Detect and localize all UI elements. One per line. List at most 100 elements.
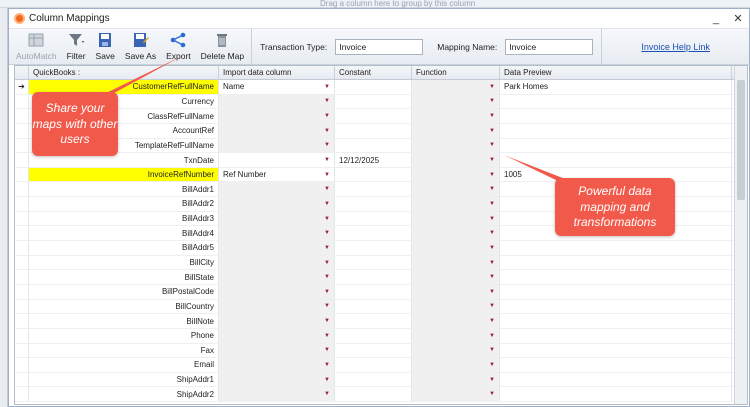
function-cell[interactable]: ▼ [412, 123, 500, 138]
constant-cell[interactable] [335, 211, 412, 226]
function-cell[interactable]: ▼ [412, 328, 500, 343]
chevron-down-icon[interactable]: ▼ [324, 274, 330, 280]
chevron-down-icon[interactable]: ▼ [489, 333, 495, 339]
chevron-down-icon[interactable]: ▼ [489, 391, 495, 397]
constant-cell[interactable]: 12/12/2025 [335, 153, 412, 167]
constant-cell[interactable] [335, 255, 412, 270]
chevron-down-icon[interactable]: ▼ [489, 172, 495, 178]
function-cell[interactable]: ▼ [412, 255, 500, 270]
chevron-down-icon[interactable]: ▼ [489, 303, 495, 309]
import-column-cell[interactable]: ▼ [219, 299, 335, 314]
table-row[interactable]: BillAddr5 ▼ ▼ [15, 241, 747, 256]
table-row[interactable]: AccountRef ▼ ▼ [15, 123, 747, 139]
constant-cell[interactable] [335, 299, 412, 314]
chevron-down-icon[interactable]: ▼ [489, 201, 495, 207]
import-column-cell[interactable]: ▼ [219, 123, 335, 138]
header-import-column[interactable]: Import data column [219, 66, 335, 79]
chevron-down-icon[interactable]: ▼ [489, 186, 495, 192]
import-column-cell[interactable]: ▼ [219, 387, 335, 402]
header-data-preview[interactable]: Data Preview [500, 66, 732, 79]
chevron-down-icon[interactable]: ▼ [489, 260, 495, 266]
constant-cell[interactable] [335, 241, 412, 255]
function-cell[interactable]: ▼ [412, 80, 500, 94]
function-cell[interactable]: ▼ [412, 138, 500, 153]
constant-cell[interactable] [335, 314, 412, 328]
function-cell[interactable]: ▼ [412, 372, 500, 387]
chevron-down-icon[interactable]: ▼ [489, 128, 495, 134]
function-cell[interactable]: ▼ [412, 182, 500, 197]
chevron-down-icon[interactable]: ▼ [324, 128, 330, 134]
import-column-cell[interactable]: ▼ [219, 255, 335, 270]
save-as-button[interactable]: Save As [120, 32, 161, 61]
constant-cell[interactable] [335, 138, 412, 153]
chevron-down-icon[interactable]: ▼ [489, 289, 495, 295]
function-cell[interactable]: ▼ [412, 358, 500, 372]
import-column-cell[interactable]: ▼ [219, 182, 335, 197]
constant-cell[interactable] [335, 80, 412, 94]
chevron-down-icon[interactable]: ▼ [324, 157, 330, 163]
import-column-cell[interactable]: ▼ [219, 314, 335, 328]
function-cell[interactable]: ▼ [412, 211, 500, 226]
function-cell[interactable]: ▼ [412, 299, 500, 314]
constant-cell[interactable] [335, 226, 412, 241]
filter-button[interactable]: Filter [62, 32, 91, 61]
import-column-cell[interactable]: Ref Number ▼ [219, 167, 335, 182]
chevron-down-icon[interactable]: ▼ [489, 362, 495, 368]
chevron-down-icon[interactable]: ▼ [324, 172, 330, 178]
function-cell[interactable]: ▼ [412, 314, 500, 328]
chevron-down-icon[interactable]: ▼ [489, 113, 495, 119]
import-column-cell[interactable]: ▼ [219, 343, 335, 358]
import-column-cell[interactable]: ▼ [219, 328, 335, 343]
chevron-down-icon[interactable]: ▼ [324, 303, 330, 309]
import-column-cell[interactable]: ▼ [219, 109, 335, 123]
table-row[interactable]: BillNote ▼ ▼ [15, 314, 747, 329]
minimize-button[interactable]: _ [705, 13, 727, 25]
table-row[interactable]: BillCountry ▼ ▼ [15, 299, 747, 315]
transaction-type-field[interactable]: Invoice [335, 38, 424, 55]
table-row[interactable]: Phone ▼ ▼ [15, 328, 747, 344]
automatch-button[interactable]: AutoMatch [11, 32, 62, 61]
function-cell[interactable]: ▼ [412, 284, 500, 299]
constant-cell[interactable] [335, 197, 412, 211]
header-quickbooks[interactable]: QuickBooks : [29, 66, 219, 79]
function-cell[interactable]: ▼ [412, 226, 500, 241]
header-constant[interactable]: Constant [335, 66, 412, 79]
function-cell[interactable]: ▼ [412, 270, 500, 284]
constant-cell[interactable] [335, 328, 412, 343]
chevron-down-icon[interactable]: ▼ [324, 391, 330, 397]
chevron-down-icon[interactable]: ▼ [489, 98, 495, 104]
import-column-cell[interactable]: ▼ [219, 197, 335, 211]
chevron-down-icon[interactable]: ▼ [324, 318, 330, 324]
constant-cell[interactable] [335, 387, 412, 402]
function-cell[interactable]: ▼ [412, 197, 500, 211]
table-row[interactable]: TxnDate ▼ 12/12/2025 ▼ [15, 153, 747, 168]
import-column-cell[interactable]: ▼ [219, 211, 335, 226]
scrollbar-thumb[interactable] [737, 80, 745, 200]
import-column-cell[interactable]: ▼ [219, 226, 335, 241]
chevron-down-icon[interactable]: ▼ [489, 274, 495, 280]
function-cell[interactable]: ▼ [412, 343, 500, 358]
constant-cell[interactable] [335, 270, 412, 284]
table-row[interactable]: TemplateRefFullName ▼ ▼ [15, 138, 747, 154]
import-column-cell[interactable]: ▼ [219, 241, 335, 255]
chevron-down-icon[interactable]: ▼ [324, 362, 330, 368]
table-row[interactable]: Email ▼ ▼ [15, 358, 747, 373]
table-row[interactable]: ShipAddr2 ▼ ▼ [15, 387, 747, 403]
constant-cell[interactable] [335, 358, 412, 372]
constant-cell[interactable] [335, 284, 412, 299]
function-cell[interactable]: ▼ [412, 94, 500, 109]
import-column-cell[interactable]: Name ▼ [219, 80, 335, 94]
invoice-help-link[interactable]: Invoice Help Link [641, 42, 710, 52]
table-row[interactable]: ShipAddr1 ▼ ▼ [15, 372, 747, 388]
chevron-down-icon[interactable]: ▼ [489, 377, 495, 383]
table-row[interactable]: ➔ CustomerRefFullName Name ▼ ▼ Park Homes [15, 80, 747, 95]
constant-cell[interactable] [335, 372, 412, 387]
save-button[interactable]: Save [91, 32, 120, 61]
chevron-down-icon[interactable]: ▼ [324, 347, 330, 353]
chevron-down-icon[interactable]: ▼ [489, 230, 495, 236]
chevron-down-icon[interactable]: ▼ [324, 84, 330, 90]
table-row[interactable]: Currency ▼ ▼ [15, 94, 747, 110]
import-column-cell[interactable]: ▼ [219, 372, 335, 387]
export-button[interactable]: Export [161, 32, 196, 61]
chevron-down-icon[interactable]: ▼ [489, 347, 495, 353]
